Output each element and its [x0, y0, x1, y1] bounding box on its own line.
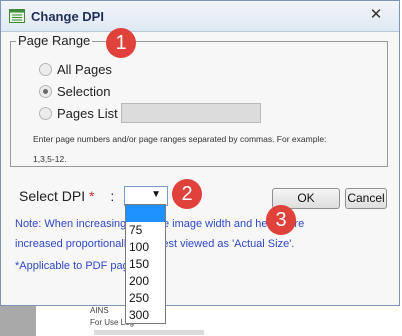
required-mark: * — [89, 188, 95, 204]
dpi-option[interactable]: 300 — [126, 307, 165, 324]
dialog-title: Change DPI — [31, 9, 104, 24]
radio-selection[interactable]: Selection — [39, 83, 110, 99]
dpi-option[interactable]: 200 — [126, 273, 165, 290]
label-colon: : — [110, 188, 115, 204]
dpi-option[interactable]: 250 — [126, 290, 165, 307]
dpi-dropdown-list: 75 100 150 200 250 300 — [125, 204, 166, 324]
radio-label: Pages List — [57, 105, 118, 121]
radio-all-pages[interactable]: All Pages — [39, 61, 112, 77]
dpi-option[interactable]: 100 — [126, 239, 165, 256]
pages-hint: Enter page numbers and/or page ranges se… — [33, 134, 327, 144]
pages-hint-example: 1,3,5-12. — [33, 154, 67, 164]
radio-button[interactable] — [39, 62, 52, 76]
page-range-legend: Page Range — [16, 33, 93, 48]
cancel-button[interactable]: Cancel — [345, 188, 387, 209]
pages-list-input[interactable] — [121, 103, 261, 123]
dpi-select[interactable]: ▼ — [124, 186, 168, 206]
window-list-icon — [9, 9, 25, 23]
dpi-option[interactable]: 75 — [126, 222, 165, 239]
dpi-option[interactable]: 150 — [126, 256, 165, 273]
chevron-down-icon: ▼ — [151, 189, 161, 200]
radio-label: Selection — [57, 83, 111, 99]
background-sidebar — [0, 306, 36, 336]
change-dpi-dialog: Change DPI ✕ Page Range All Pages Select… — [0, 0, 400, 306]
radio-button[interactable] — [39, 84, 52, 98]
callout-badge: 1 — [106, 28, 136, 58]
callout-badge: 2 — [172, 179, 202, 209]
background-faint-text — [94, 330, 204, 335]
dpi-label-text: Select DPI — [19, 188, 86, 204]
close-icon[interactable]: ✕ — [367, 6, 385, 24]
radio-pages-list[interactable]: Pages List — [39, 105, 118, 121]
callout-badge: 3 — [266, 205, 296, 235]
radio-button[interactable] — [39, 106, 52, 120]
radio-label: All Pages — [57, 61, 112, 77]
background-text: AINS — [90, 306, 109, 315]
select-dpi-label: Select DPI * : — [19, 188, 114, 204]
dpi-option[interactable] — [126, 205, 165, 222]
title-bar[interactable]: Change DPI ✕ — [1, 1, 399, 32]
